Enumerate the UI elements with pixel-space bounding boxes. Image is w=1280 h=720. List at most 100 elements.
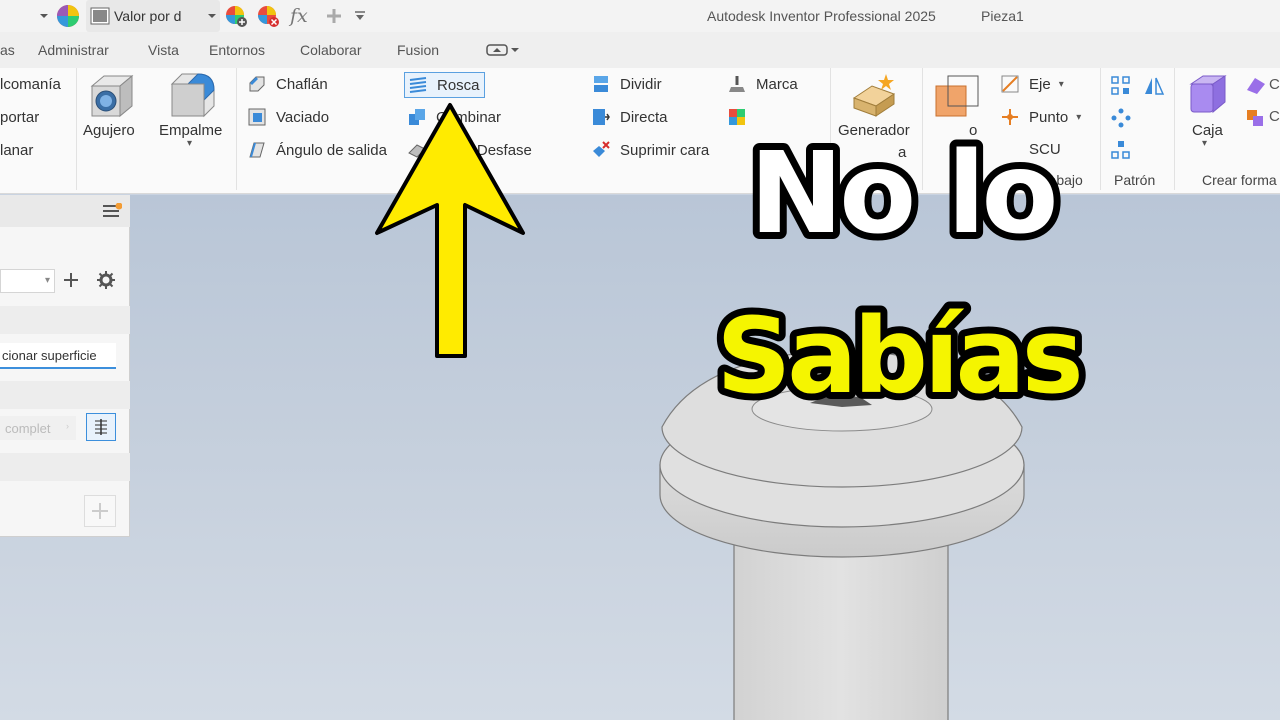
section-divider <box>0 306 130 334</box>
point-button[interactable]: Punto ▾ <box>1001 108 1081 126</box>
chamfer-icon <box>249 76 265 92</box>
direct-edit-button[interactable]: Directa <box>592 108 668 126</box>
direct-edit-label: Directa <box>620 108 668 126</box>
gear-icon[interactable] <box>97 271 115 294</box>
extent-field[interactable]: complet <box>0 416 76 440</box>
mirror-icon[interactable] <box>1143 76 1165 101</box>
direct-edit-icon <box>593 109 610 125</box>
app-title: Autodesk Inventor Professional 2025 <box>707 8 936 24</box>
draft-button[interactable]: Ángulo de salida <box>248 141 387 159</box>
tab-entornos[interactable]: Entornos <box>209 32 265 68</box>
tab-partial[interactable]: as <box>0 32 15 68</box>
chevron-down-icon[interactable]: ▾ <box>187 138 192 149</box>
plus-icon <box>92 503 108 519</box>
tab-colaborar[interactable]: Colaborar <box>300 32 361 68</box>
decal-label: lcomanía <box>0 76 61 93</box>
unwrap-button[interactable]: lanar <box>0 142 33 159</box>
hole-icon[interactable] <box>86 72 138 122</box>
appearance-button[interactable] <box>728 108 756 126</box>
thicken-offset-label: sado/ Desfase <box>436 141 532 159</box>
fx-parameters-icon[interactable]: fx <box>290 0 308 32</box>
create-freeform-group-label: Crear forma <box>1202 172 1277 188</box>
tab-fusion[interactable]: Fusion <box>397 32 439 68</box>
ribbon-separator <box>76 68 77 190</box>
split-button[interactable]: Dividir <box>592 75 662 93</box>
sketch-pattern-icon[interactable] <box>1111 140 1131 165</box>
ribbon-separator <box>1174 68 1175 190</box>
ribbon-display-toggle[interactable] <box>486 32 520 68</box>
combine-button[interactable]: Combinar <box>408 108 501 126</box>
plus-icon[interactable] <box>325 0 343 32</box>
fillet-icon[interactable] <box>168 70 218 122</box>
freeform-partial-label-2: C <box>1269 108 1280 125</box>
chamfer-button[interactable]: Chaflán <box>248 75 328 93</box>
color-wheel-icon[interactable] <box>56 0 80 32</box>
fillet-label[interactable]: Empalme <box>159 122 222 139</box>
axis-label: Eje <box>1029 75 1051 93</box>
frame-generator-label[interactable]: Generador <box>838 122 910 139</box>
ucs-button[interactable]: SCU <box>1029 141 1061 158</box>
work-features-group-label: trabajo <box>1040 172 1083 188</box>
ribbon-separator <box>830 68 831 190</box>
direction-flip-button[interactable] <box>86 413 116 441</box>
mark-icon <box>729 76 745 92</box>
plane-icon[interactable] <box>934 74 980 120</box>
clear-appearance-icon[interactable] <box>256 0 280 32</box>
chevron-down-icon: ▾ <box>1076 111 1082 123</box>
box-label[interactable]: Caja <box>1192 122 1223 139</box>
appearance-icon <box>729 109 745 125</box>
graphics-viewport[interactable] <box>0 195 1280 720</box>
delete-face-label: Suprimir cara <box>620 141 710 159</box>
decal-button[interactable]: lcomanía <box>0 76 61 93</box>
appearance-select[interactable]: Valor por d <box>86 0 220 32</box>
mark-label: Marca <box>756 75 798 93</box>
plane-label[interactable]: o <box>969 122 977 139</box>
delete-face-button[interactable]: Suprimir cara <box>592 141 709 159</box>
select-surface-field[interactable]: cionar superficie <box>0 343 116 369</box>
material-swatch-icon <box>90 7 110 25</box>
ribbon-panel: lcomanía portar lanar Agujero Empalme ▾ … <box>0 68 1280 194</box>
ribbon-separator <box>922 68 923 190</box>
chevron-down-icon <box>208 14 216 18</box>
frame-generator-label-2: a <box>898 144 907 161</box>
menu-icon[interactable] <box>102 202 123 224</box>
shell-icon <box>248 108 266 126</box>
thread-icon <box>409 77 427 93</box>
combine-icon <box>409 109 425 125</box>
import-label: portar <box>0 109 40 126</box>
chamfer-label: Chaflán <box>276 75 328 93</box>
chevron-down-icon[interactable]: ▾ <box>1202 138 1207 149</box>
combine-label: Combinar <box>436 108 502 126</box>
shell-label: Vaciado <box>276 108 330 126</box>
delete-face-icon <box>593 141 610 157</box>
axis-button[interactable]: Eje ▾ <box>1001 75 1064 93</box>
box-icon[interactable] <box>1185 72 1231 118</box>
mark-button[interactable]: Marca <box>728 75 798 93</box>
thread-button[interactable]: Rosca <box>404 72 485 98</box>
chevron-right-icon: › <box>66 421 69 431</box>
tab-administrar[interactable]: Administrar <box>38 32 109 68</box>
pattern-group-label: Patrón <box>1114 172 1156 188</box>
appearance-value: Valor por d <box>114 8 182 24</box>
filter-dropdown[interactable]: ▾ <box>0 269 55 293</box>
shell-button[interactable]: Vaciado <box>248 108 329 126</box>
freeform-partial-label: C <box>1269 76 1280 93</box>
freeform-face-icon[interactable] <box>1245 76 1267 101</box>
add-button[interactable] <box>84 495 116 527</box>
freeform-convert-icon[interactable] <box>1245 108 1267 133</box>
tab-vista[interactable]: Vista <box>148 32 179 68</box>
model-browser-panel: ▾ cionar superficie complet › <box>0 195 130 537</box>
import-button[interactable]: portar <box>0 109 39 126</box>
rectangular-pattern-icon[interactable] <box>1111 76 1131 101</box>
ribbon-tabs: as Administrar Vista Entornos Colaborar … <box>0 32 1280 68</box>
thicken-offset-button[interactable]: sado/ Desfase <box>408 141 532 159</box>
add-icon[interactable] <box>63 272 79 293</box>
thread-label: Rosca <box>437 76 480 94</box>
qat-dropdown-icon[interactable] <box>38 0 50 32</box>
hole-label[interactable]: Agujero <box>83 122 135 139</box>
frame-generator-icon[interactable] <box>850 72 900 122</box>
circular-pattern-icon[interactable] <box>1111 108 1131 133</box>
adjust-appearance-icon[interactable] <box>224 0 248 32</box>
axis-icon <box>1001 75 1019 93</box>
customize-qat-icon[interactable] <box>353 0 367 32</box>
